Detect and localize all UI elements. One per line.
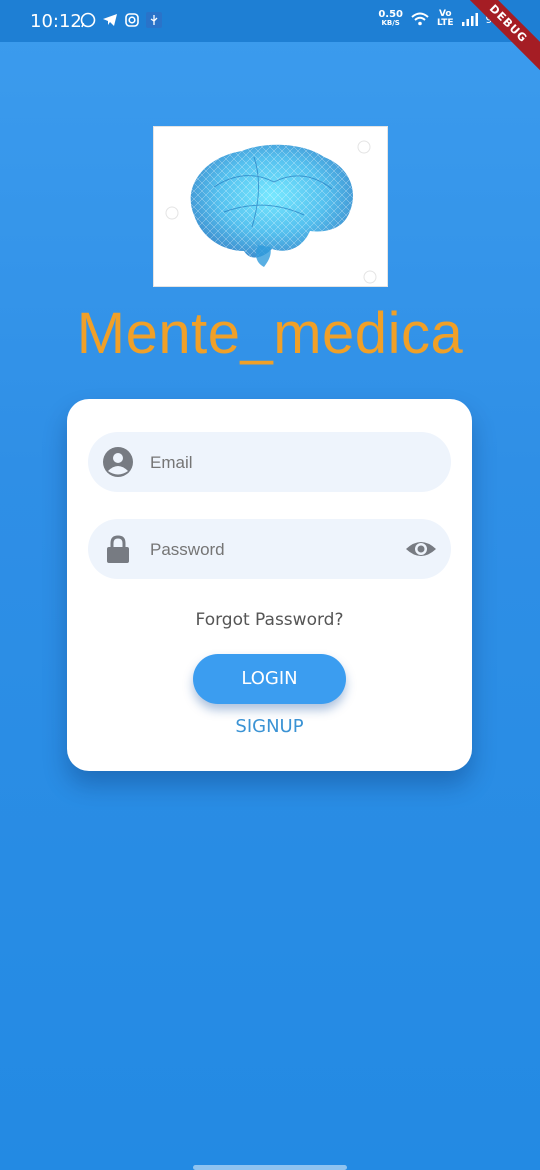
home-indicator[interactable] [193,1165,347,1170]
network-speed: 0.50 KB/S [378,10,403,28]
volte-indicator: Vo LTE [437,10,454,28]
login-card: Forgot Password? LOGIN SIGNUP [67,399,472,771]
status-time: 10:12 [30,11,82,32]
wifi-icon [411,12,429,26]
whatsapp-icon [80,12,96,28]
signup-link[interactable]: SIGNUP [67,716,472,737]
password-field[interactable] [88,519,451,581]
signal-icon [461,12,478,26]
usb-debug-icon [146,12,162,28]
brain-logo-icon [165,140,377,284]
app-logo [153,126,388,287]
notification-icons [80,12,162,28]
login-button[interactable]: LOGIN [193,654,346,704]
telegram-icon [103,14,117,26]
instagram-icon [125,13,139,27]
status-bar: 10:12 0.50 KB/S Vo LTE [0,0,540,42]
eye-icon[interactable] [405,535,437,563]
email-field[interactable] [88,432,451,494]
lock-icon [107,535,129,563]
speed-unit: KB/S [381,19,400,27]
forgot-password-link[interactable]: Forgot Password? [67,610,472,630]
app-title: Mente_medica [76,301,464,366]
email-input[interactable] [148,432,392,494]
password-input[interactable] [148,519,392,581]
speed-value: 0.50 [378,9,403,20]
volte-bottom: LTE [437,18,454,28]
account-circle-icon [103,447,133,477]
